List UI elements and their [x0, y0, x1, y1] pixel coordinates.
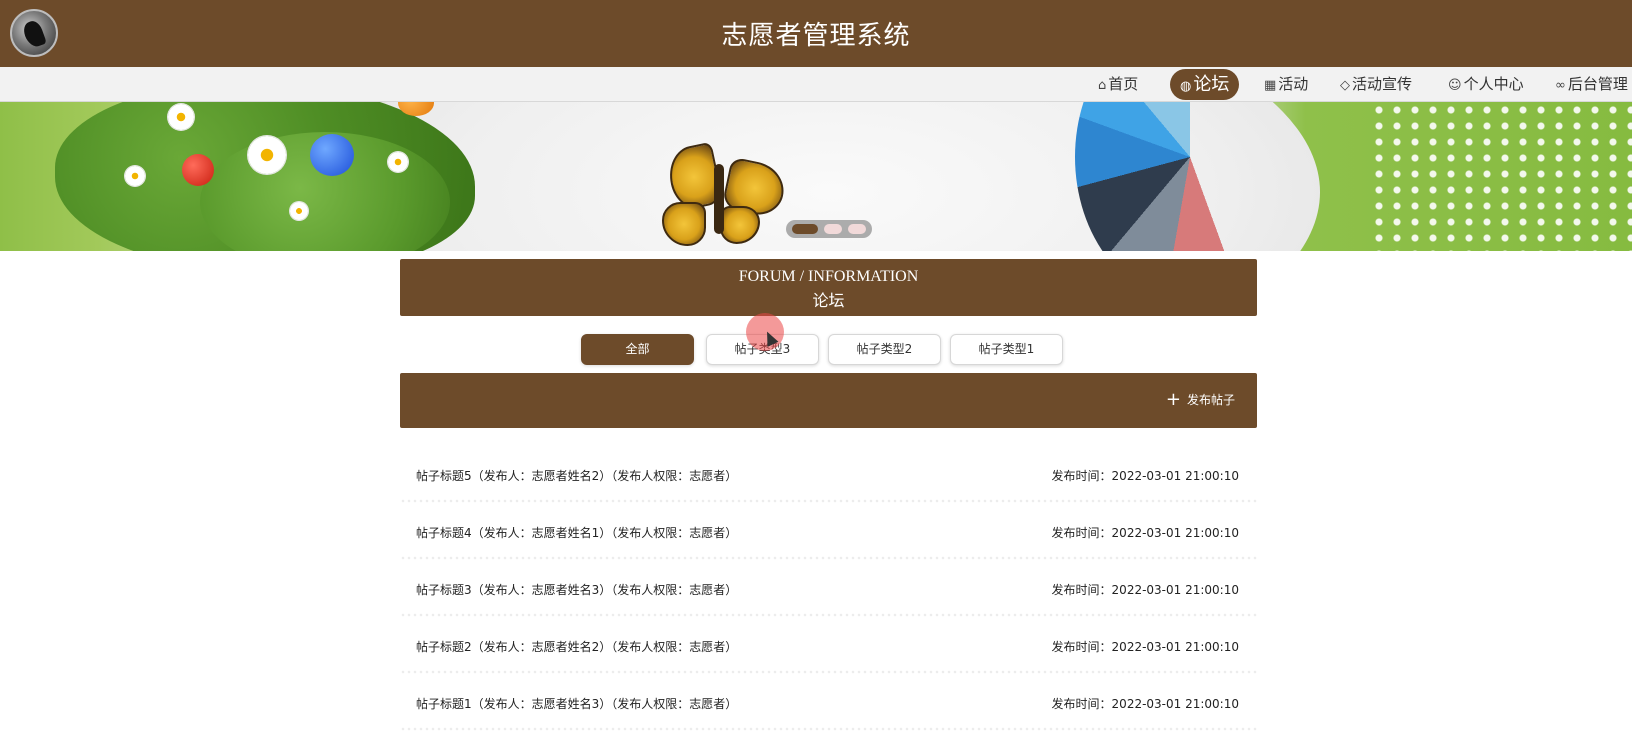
site-title: 志愿者管理系统 — [721, 21, 911, 51]
tag-icon: ◇ — [1340, 78, 1350, 93]
banner-flower-field — [1370, 102, 1632, 251]
carousel-dot-2[interactable] — [824, 224, 842, 234]
banner-blue-ball — [310, 134, 354, 176]
nav-item-admin[interactable]: ∞ 后台管理 — [1555, 67, 1628, 102]
banner-daisy — [168, 104, 194, 130]
banner-red-ball — [182, 154, 214, 186]
post-row[interactable]: 帖子标题4（发布人：志愿者姓名1）（发布人权限：志愿者） 发布时间：2022-0… — [400, 503, 1257, 560]
forum-action-bar: + 发布帖子 — [400, 373, 1257, 428]
nav-item-activity-promo[interactable]: ◇ 活动宣传 — [1340, 67, 1412, 102]
carousel-dot-3[interactable] — [848, 224, 866, 234]
post-row[interactable]: 帖子标题1（发布人：志愿者姓名3）（发布人权限：志愿者） 发布时间：2022-0… — [400, 674, 1257, 731]
nav-item-home[interactable]: ⌂ 首页 — [1098, 67, 1138, 102]
post-title[interactable]: 帖子标题3（发布人：志愿者姓名3）（发布人权限：志愿者） — [416, 581, 737, 598]
post-title[interactable]: 帖子标题2（发布人：志愿者姓名2）（发布人权限：志愿者） — [416, 638, 737, 655]
post-title[interactable]: 帖子标题1（发布人：志愿者姓名3）（发布人权限：志愿者） — [416, 695, 737, 712]
tab-post-type-1[interactable]: 帖子类型1 — [950, 334, 1063, 365]
nav-item-forum[interactable]: ◍ 论坛 — [1170, 69, 1240, 100]
user-icon: ☺ — [1448, 78, 1462, 93]
section-title-cn: 论坛 — [812, 293, 845, 310]
post-time: 发布时间：2022-03-01 21:00:10 — [1051, 640, 1239, 654]
home-icon: ⌂ — [1098, 78, 1107, 93]
banner-daisy — [388, 152, 408, 172]
publish-post-button[interactable]: + 发布帖子 — [1165, 389, 1235, 410]
post-row[interactable]: 帖子标题3（发布人：志愿者姓名3）（发布人权限：志愿者） 发布时间：2022-0… — [400, 560, 1257, 617]
banner-daisy — [125, 166, 145, 186]
nav-item-personal-center[interactable]: ☺ 个人中心 — [1448, 67, 1524, 102]
banner-daisy — [290, 202, 308, 220]
tab-all[interactable]: 全部 — [581, 334, 694, 365]
banner-umbrella — [1075, 102, 1305, 251]
post-time: 发布时间：2022-03-01 21:00:10 — [1051, 526, 1239, 540]
carousel-indicators — [786, 220, 872, 238]
post-row[interactable]: 帖子标题2（发布人：志愿者姓名2）（发布人权限：志愿者） 发布时间：2022-0… — [400, 617, 1257, 674]
app-header: 志愿者管理系统 — [0, 0, 1632, 67]
post-time: 发布时间：2022-03-01 21:00:10 — [1051, 469, 1239, 483]
link-icon: ∞ — [1555, 78, 1566, 93]
nav-item-activity[interactable]: ▦ 活动 — [1264, 67, 1308, 102]
grid-icon: ▦ — [1264, 78, 1277, 93]
post-title[interactable]: 帖子标题4（发布人：志愿者姓名1）（发布人权限：志愿者） — [416, 524, 737, 541]
banner-daisy — [248, 136, 286, 174]
post-row[interactable]: 帖子标题5（发布人：志愿者姓名2）（发布人权限：志愿者） 发布时间：2022-0… — [400, 446, 1257, 503]
carousel-dot-1[interactable] — [792, 224, 818, 234]
tab-post-type-2[interactable]: 帖子类型2 — [828, 334, 941, 365]
post-time: 发布时间：2022-03-01 21:00:10 — [1051, 697, 1239, 711]
post-time: 发布时间：2022-03-01 21:00:10 — [1051, 583, 1239, 597]
section-title-en: FORUM / INFORMATION — [738, 268, 919, 285]
banner-butterfly — [660, 141, 790, 249]
plus-icon: + — [1165, 389, 1181, 410]
section-heading: FORUM / INFORMATION 论坛 — [400, 259, 1257, 316]
top-nav: ⌂ 首页 ◍ 论坛 ▦ 活动 ◇ 活动宣传 ☺ 个人中心 ∞ 后台管理 — [0, 67, 1632, 102]
post-title[interactable]: 帖子标题5（发布人：志愿者姓名2）（发布人权限：志愿者） — [416, 467, 737, 484]
globe-icon: ◍ — [1180, 79, 1192, 94]
